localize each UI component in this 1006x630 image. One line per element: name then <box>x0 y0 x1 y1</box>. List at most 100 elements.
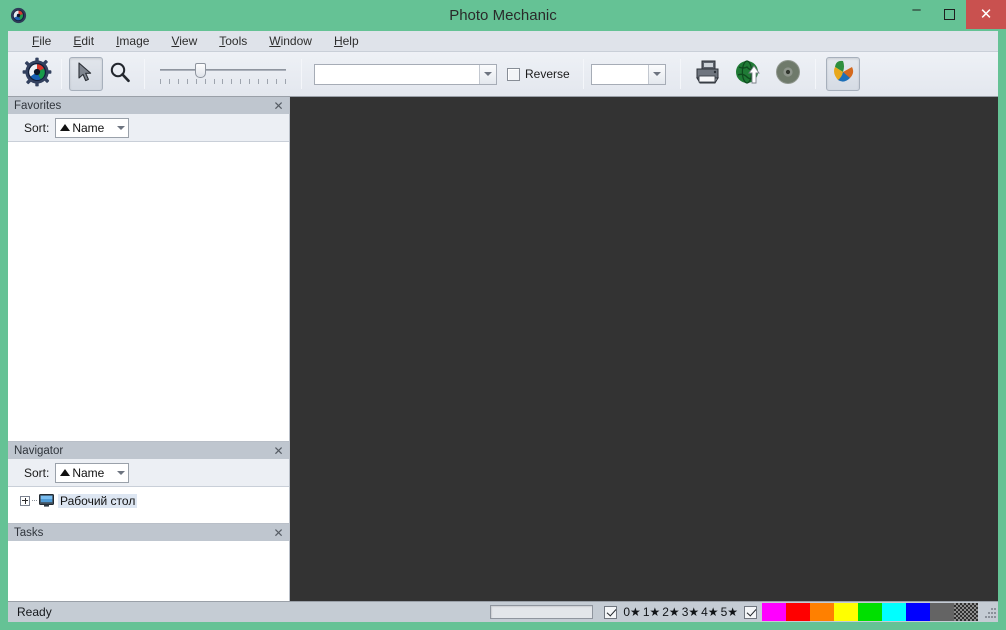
client-area: File Edit Image View Tools Window Help R… <box>8 31 998 622</box>
rating-filter-1[interactable]: 1★ <box>643 605 660 619</box>
close-button[interactable]: ✕ <box>966 0 1006 29</box>
tree-connector <box>32 500 37 501</box>
maximize-icon <box>944 9 955 20</box>
menu-item-file[interactable]: File <box>21 33 62 49</box>
rating-filter-5[interactable]: 5★ <box>721 605 738 619</box>
cd-burn-icon <box>775 59 801 90</box>
favorites-sort-row: Sort: Name <box>8 114 289 142</box>
navigator-sort-value: Name <box>72 465 105 480</box>
pointer-tool-button[interactable] <box>69 57 103 91</box>
color-swatch-green[interactable] <box>858 603 882 621</box>
favorites-sort-label: Sort: <box>24 120 50 135</box>
magnifier-icon <box>109 61 131 88</box>
color-filter-checkbox[interactable] <box>744 605 757 619</box>
color-swatch-gray[interactable] <box>930 603 954 621</box>
tasks-list[interactable] <box>8 541 289 601</box>
preset-combobox[interactable] <box>590 63 666 85</box>
reverse-checkbox[interactable]: Reverse <box>507 67 570 81</box>
chevron-down-icon <box>484 72 492 76</box>
maximize-button[interactable] <box>933 0 966 29</box>
favorites-sort-arrow[interactable] <box>116 123 126 133</box>
panel-tasks-header: Tasks ✕ <box>8 524 289 541</box>
burn-disc-button[interactable] <box>771 57 805 91</box>
status-bar: Ready 0★ 1★ 2★ 3★ 4★ 5★ <box>8 601 998 622</box>
zoom-tool-button[interactable] <box>103 57 137 91</box>
color-class-filter-bar <box>762 603 978 621</box>
menu-item-help[interactable]: Help <box>323 33 370 49</box>
color-swatch-magenta[interactable] <box>762 603 786 621</box>
menu-item-edit[interactable]: Edit <box>62 33 105 49</box>
toolbar-separator-4 <box>582 59 584 89</box>
favorites-list[interactable] <box>8 142 289 441</box>
upload-button[interactable] <box>731 57 765 91</box>
expand-icon[interactable] <box>20 495 30 506</box>
panel-navigator-header: Navigator ✕ <box>8 442 289 459</box>
contact-sheet-area[interactable] <box>290 97 998 601</box>
globe-upload-icon <box>734 58 762 91</box>
toolbar-separator-5 <box>679 59 681 89</box>
slider-thumb[interactable] <box>194 63 206 78</box>
rating-filter-0[interactable]: 0★ <box>623 605 640 619</box>
sort-ascending-icon <box>60 469 71 476</box>
rating-filter-4[interactable]: 4★ <box>701 605 718 619</box>
toolbar-separator-2 <box>144 59 145 89</box>
panel-navigator: Navigator ✕ Sort: Name Рабочий стол <box>8 442 289 524</box>
chevron-down-icon <box>652 72 661 76</box>
menu-item-image[interactable]: Image <box>105 33 160 49</box>
color-swatch-red[interactable] <box>786 603 810 621</box>
menu-item-window[interactable]: Window <box>258 33 323 49</box>
rating-filter-2[interactable]: 2★ <box>662 605 679 619</box>
favorites-sort-combobox[interactable]: Name <box>55 117 130 138</box>
color-swatch-none[interactable] <box>954 603 978 621</box>
panel-tasks-close-icon[interactable]: ✕ <box>272 526 285 540</box>
filter-combobox[interactable] <box>314 63 497 85</box>
navigator-sort-label: Sort: <box>24 465 50 480</box>
sort-ascending-icon <box>60 124 71 131</box>
menu-bar: File Edit Image View Tools Window Help <box>8 31 998 52</box>
thumbnail-size-slider[interactable] <box>158 57 288 91</box>
tree-item-desktop-label: Рабочий стол <box>58 493 138 508</box>
cursor-arrow-icon <box>77 61 95 87</box>
color-swatch-cyan[interactable] <box>882 603 906 621</box>
panel-favorites-title: Favorites <box>14 99 62 112</box>
contact-sheet-button[interactable] <box>825 57 860 91</box>
panel-tasks: Tasks ✕ <box>8 524 289 601</box>
color-swatch-yellow[interactable] <box>834 603 858 621</box>
printer-icon <box>694 59 722 90</box>
reverse-checkbox-box[interactable] <box>507 67 520 81</box>
rating-filter-3[interactable]: 3★ <box>682 605 699 619</box>
title-bar: Photo Mechanic – ✕ <box>0 0 1006 31</box>
menu-item-view[interactable]: View <box>160 33 208 49</box>
status-bar-right: 0★ 1★ 2★ 3★ 4★ 5★ <box>490 602 998 623</box>
print-button[interactable] <box>691 57 725 91</box>
filter-combobox-arrow[interactable] <box>479 64 496 84</box>
resize-grip-icon[interactable] <box>980 603 998 621</box>
toolbar-separator-3 <box>301 59 302 89</box>
color-swatch-blue[interactable] <box>906 603 930 621</box>
menu-item-tools[interactable]: Tools <box>208 33 258 49</box>
toolbar-separator-6 <box>814 59 816 89</box>
panel-navigator-title: Navigator <box>14 444 64 457</box>
panel-navigator-close-icon[interactable]: ✕ <box>272 444 285 458</box>
color-wheel-gear-icon <box>22 57 52 92</box>
main-body: Favorites ✕ Sort: Name Navigator ✕ Sort:… <box>8 97 998 601</box>
rating-filter-checkbox[interactable] <box>604 605 618 619</box>
chevron-down-icon <box>117 470 126 475</box>
preferences-button[interactable] <box>20 57 54 91</box>
close-icon: ✕ <box>979 6 993 23</box>
sidebar: Favorites ✕ Sort: Name Navigator ✕ Sort:… <box>8 97 290 601</box>
tree-item-desktop[interactable]: Рабочий стол <box>8 492 289 509</box>
slider-ticks <box>160 79 286 85</box>
navigator-tree[interactable]: Рабочий стол <box>8 487 289 523</box>
slider-track <box>160 69 286 71</box>
navigator-sort-combobox[interactable]: Name <box>55 462 130 483</box>
toolbar-separator-1 <box>61 59 62 89</box>
minimize-button[interactable]: – <box>900 0 933 29</box>
navigator-sort-value-wrap: Name <box>56 466 104 480</box>
color-swatch-orange[interactable] <box>810 603 834 621</box>
application-window: Photo Mechanic – ✕ File Edit Image View … <box>0 0 1006 630</box>
preset-combobox-arrow[interactable] <box>647 64 665 84</box>
panel-favorites: Favorites ✕ Sort: Name <box>8 97 289 442</box>
panel-favorites-close-icon[interactable]: ✕ <box>272 99 285 113</box>
navigator-sort-arrow[interactable] <box>116 468 126 478</box>
